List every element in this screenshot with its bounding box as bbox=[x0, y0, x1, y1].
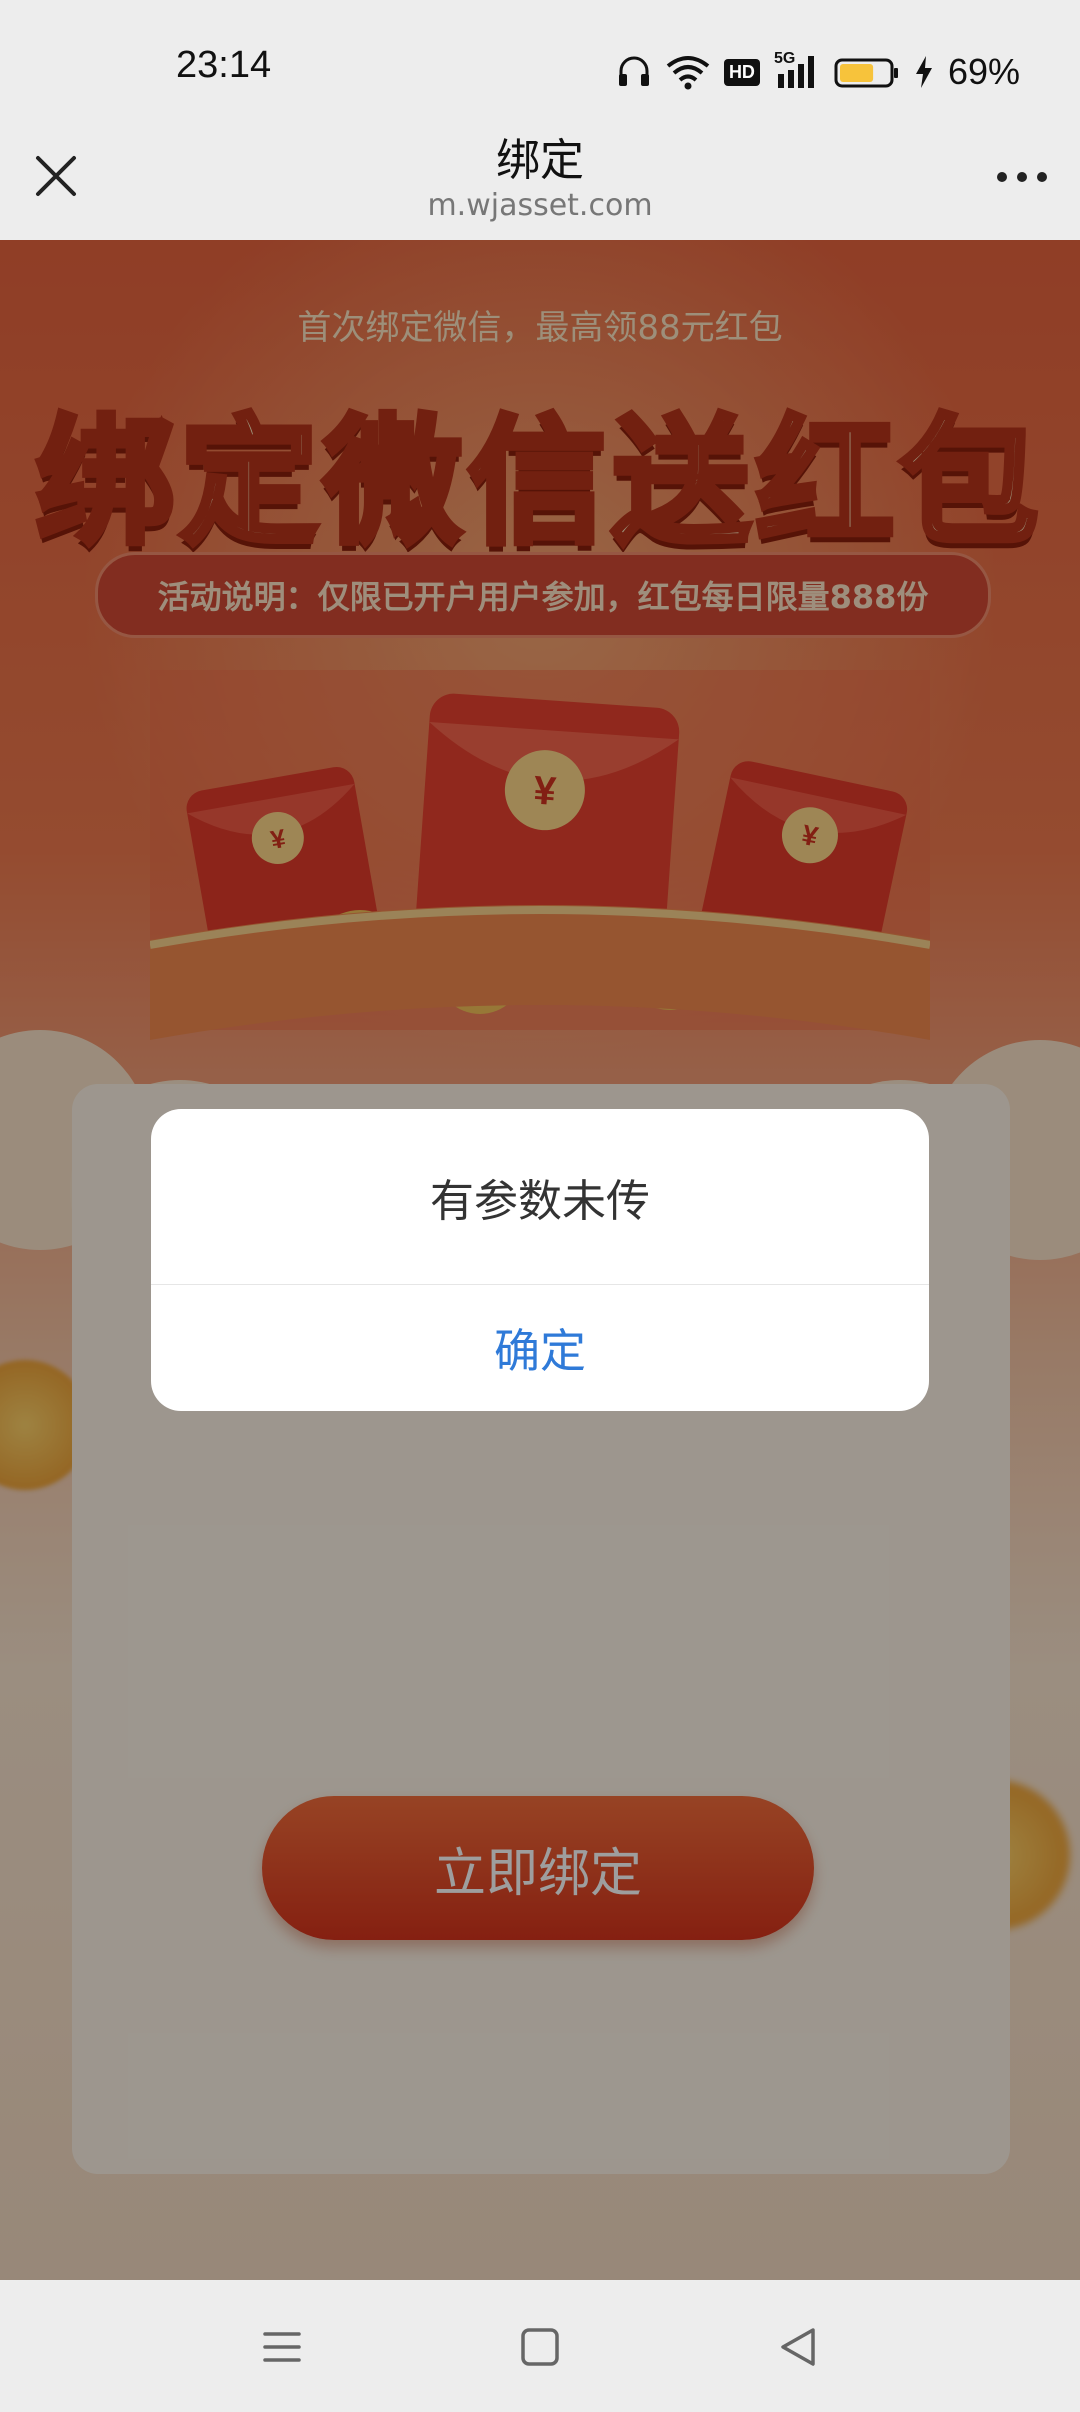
signal-icon: 5G bbox=[774, 50, 820, 90]
status-bar: 23:14 HD 5G 69% bbox=[0, 0, 1080, 140]
battery-percent: 69% bbox=[947, 51, 1020, 92]
more-options-icon[interactable] bbox=[994, 162, 1050, 192]
browser-nav-bar: 绑定 m.wjasset.com bbox=[0, 135, 1080, 240]
wifi-icon bbox=[666, 56, 710, 90]
battery-icon bbox=[834, 58, 898, 88]
page-url: m.wjasset.com bbox=[427, 188, 653, 223]
charging-icon bbox=[915, 56, 932, 88]
menu-icon[interactable] bbox=[257, 2322, 307, 2372]
headphones-icon bbox=[618, 56, 649, 86]
page-title: 绑定 bbox=[496, 135, 584, 186]
dialog-message: 有参数未传 bbox=[430, 1175, 650, 1227]
back-icon[interactable] bbox=[773, 2322, 823, 2372]
status-time: 23:14 bbox=[176, 44, 272, 86]
hd-badge: HD bbox=[723, 58, 760, 86]
status-icons: HD 5G 69% bbox=[616, 48, 1020, 96]
alert-dialog: 有参数未传 确定 bbox=[151, 1109, 929, 1411]
confirm-button[interactable]: 确定 bbox=[151, 1285, 929, 1411]
system-nav-bar bbox=[0, 2280, 1080, 2412]
home-icon[interactable] bbox=[515, 2322, 565, 2372]
